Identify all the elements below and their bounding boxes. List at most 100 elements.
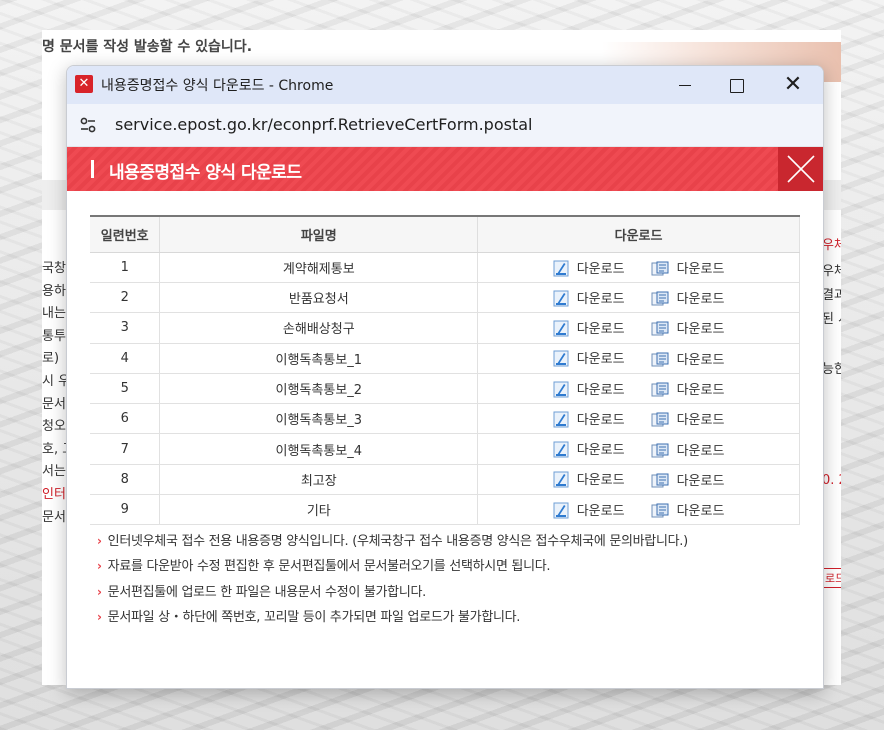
window-close-button[interactable]: ✕ — [773, 71, 813, 99]
popup-close-button[interactable] — [778, 147, 823, 191]
download-hwp-link[interactable]: 다운로드 — [553, 469, 625, 489]
hwp-file-icon — [553, 471, 569, 488]
file-name: 기타 — [159, 494, 478, 526]
download-doc-link[interactable]: 다운로드 — [651, 288, 724, 307]
doc-file-icon — [651, 473, 669, 488]
download-cell: 다운로드 다운로드 — [477, 282, 800, 314]
note-item: › 문서편집툴에 업로드 한 파일은 내용문서 수정이 불가합니다. — [97, 580, 688, 605]
background-top-text: 명 문서를 작성 발송할 수 있습니다. — [42, 39, 253, 55]
note-text: 인터넷우체국 접수 전용 내용증명 양식입니다. (우체국창구 접수 내용증명 … — [107, 534, 689, 549]
maximize-button[interactable] — [717, 71, 757, 99]
table-row: 3 손해배상청구 다운로드 다운로드 — [90, 312, 800, 344]
table-row: 2 반품요청서 다운로드 다운로드 — [90, 282, 800, 314]
bg-left-line: 문서 — [42, 396, 66, 412]
download-doc-link[interactable]: 다운로드 — [651, 500, 724, 519]
row-number: 7 — [90, 433, 160, 465]
download-hwp-link[interactable]: 다운로드 — [553, 409, 625, 429]
bg-left-line: 내는 — [42, 306, 66, 322]
doc-file-icon — [651, 382, 669, 397]
note-item: › 문서파일 상・하단에 쪽번호, 꼬리말 등이 추가되면 파일 업로드가 불가합… — [97, 605, 688, 630]
chevron-right-icon: › — [97, 609, 102, 624]
file-name: 이행독촉통보_1 — [159, 343, 478, 374]
bg-left-line: 서는 — [42, 464, 66, 480]
tune-icon[interactable] — [79, 116, 97, 134]
download-hwp-link[interactable]: 다운로드 — [553, 318, 625, 338]
bg-left-line: 인터 — [42, 486, 66, 502]
bg-left-line: 호, 고 — [42, 441, 68, 457]
file-name: 계약해제통보 — [159, 252, 478, 283]
table-row: 7 이행독촉통보_4 다운로드 다운로드 — [90, 433, 800, 465]
download-label: 다운로드 — [576, 503, 625, 519]
download-doc-link[interactable]: 다운로드 — [651, 440, 725, 459]
column-header-filename: 파일명 — [159, 216, 478, 253]
file-name: 이행독촉통보_4 — [159, 433, 478, 465]
table-row: 4 이행독촉통보_1 다운로드 다운로드 — [90, 343, 800, 374]
hwp-file-icon — [553, 411, 569, 428]
bg-right-line: 된 시 — [822, 312, 841, 327]
url-text[interactable]: service.epost.go.kr/econprf.RetrieveCert… — [115, 115, 532, 134]
download-label: 다운로드 — [576, 412, 625, 428]
download-doc-link[interactable]: 다운로드 — [651, 258, 724, 277]
table-header-row: 일련번호 파일명 다운로드 — [90, 216, 800, 253]
row-number: 4 — [90, 343, 160, 374]
chevron-right-icon: › — [97, 534, 102, 548]
bg-right-line: 결과 — [822, 288, 841, 303]
download-cell: 다운로드 다운로드 — [477, 252, 800, 283]
address-bar[interactable]: service.epost.go.kr/econprf.RetrieveCert… — [67, 104, 823, 147]
file-name: 이행독촉통보_3 — [159, 403, 478, 435]
file-name: 손해배상청구 — [159, 312, 478, 344]
row-number: 2 — [90, 282, 160, 314]
note-item: › 인터넷우체국 접수 전용 내용증명 양식입니다. (우체국창구 접수 내용증명… — [97, 529, 688, 554]
minimize-button[interactable] — [665, 71, 705, 99]
epost-logo-icon: ✕ — [75, 75, 93, 93]
chevron-right-icon: › — [97, 584, 102, 599]
download-hwp-link[interactable]: 다운로드 — [553, 379, 625, 399]
close-icon: ✕ — [783, 72, 803, 97]
hwp-file-icon — [553, 441, 569, 458]
download-hwp-link[interactable]: 다운로드 — [553, 500, 625, 520]
download-hwp-link[interactable]: 다운로드 — [553, 439, 625, 459]
table-row: 9 기타 다운로드 다운로드 — [90, 494, 800, 526]
download-doc-link[interactable]: 다운로드 — [651, 318, 724, 337]
popup-title: 내용증명접수 양식 다운로드 — [109, 163, 302, 183]
download-cell: 다운로드 다운로드 — [477, 494, 800, 526]
download-hwp-link[interactable]: 다운로드 — [553, 258, 625, 278]
bg-left-line: 시 우 — [42, 373, 68, 389]
download-label: 다운로드 — [676, 383, 725, 399]
row-number: 9 — [90, 494, 160, 526]
note-text: 문서파일 상・하단에 쪽번호, 꼬리말 등이 추가되면 파일 업로드가 불가합니… — [107, 609, 521, 625]
download-cell: 다운로드 다운로드 — [477, 373, 800, 405]
bg-left-line: 로) — [42, 351, 60, 367]
background-left-text: 국창구 용하는 내는 통투 로) 시 우 문서 청오피 호, 고 서는 인터 문… — [42, 258, 68, 529]
table-row: 8 최고장 다운로드 다운로드 — [90, 464, 800, 496]
download-label: 다운로드 — [676, 473, 725, 489]
download-hwp-link[interactable]: 다운로드 — [553, 288, 625, 308]
download-label: 다운로드 — [676, 352, 725, 368]
doc-file-icon — [651, 352, 669, 367]
bg-right-button: 로드 — [822, 568, 841, 588]
form-download-table: 일련번호 파일명 다운로드 1 계약해제통보 다운로드 다운로드 2 반품요청서 다운로드 다… — [90, 215, 800, 526]
bg-left-line: 용하는 — [42, 283, 68, 299]
download-cell: 다운로드 다운로드 — [477, 403, 800, 435]
doc-file-icon — [651, 261, 669, 276]
download-doc-link[interactable]: 다운로드 — [651, 409, 724, 428]
download-doc-link[interactable]: 다운로드 — [651, 349, 725, 368]
download-label: 다운로드 — [576, 473, 625, 489]
minimize-icon — [679, 85, 691, 86]
doc-file-icon — [651, 443, 669, 458]
download-cell: 다운로드 다운로드 — [477, 343, 800, 374]
download-hwp-link[interactable]: 다운로드 — [553, 348, 625, 368]
download-doc-link[interactable]: 다운로드 — [651, 470, 725, 489]
hwp-file-icon — [553, 350, 569, 367]
header-accent-bar — [91, 160, 94, 178]
download-cell: 다운로드 다운로드 — [477, 464, 800, 496]
chrome-popup-window: ✕ 내용증명접수 양식 다운로드 - Chrome ✕ service.epos… — [66, 65, 824, 689]
bg-left-line: 통투 — [42, 328, 66, 344]
download-label: 다운로드 — [676, 443, 725, 459]
hwp-file-icon — [553, 260, 569, 276]
bg-left-line: 국창구 — [42, 261, 68, 276]
download-doc-link[interactable]: 다운로드 — [651, 379, 725, 399]
download-label: 다운로드 — [576, 321, 625, 337]
bg-right-line: 우체 — [822, 238, 841, 253]
window-titlebar[interactable]: ✕ 내용증명접수 양식 다운로드 - Chrome ✕ — [67, 66, 823, 104]
